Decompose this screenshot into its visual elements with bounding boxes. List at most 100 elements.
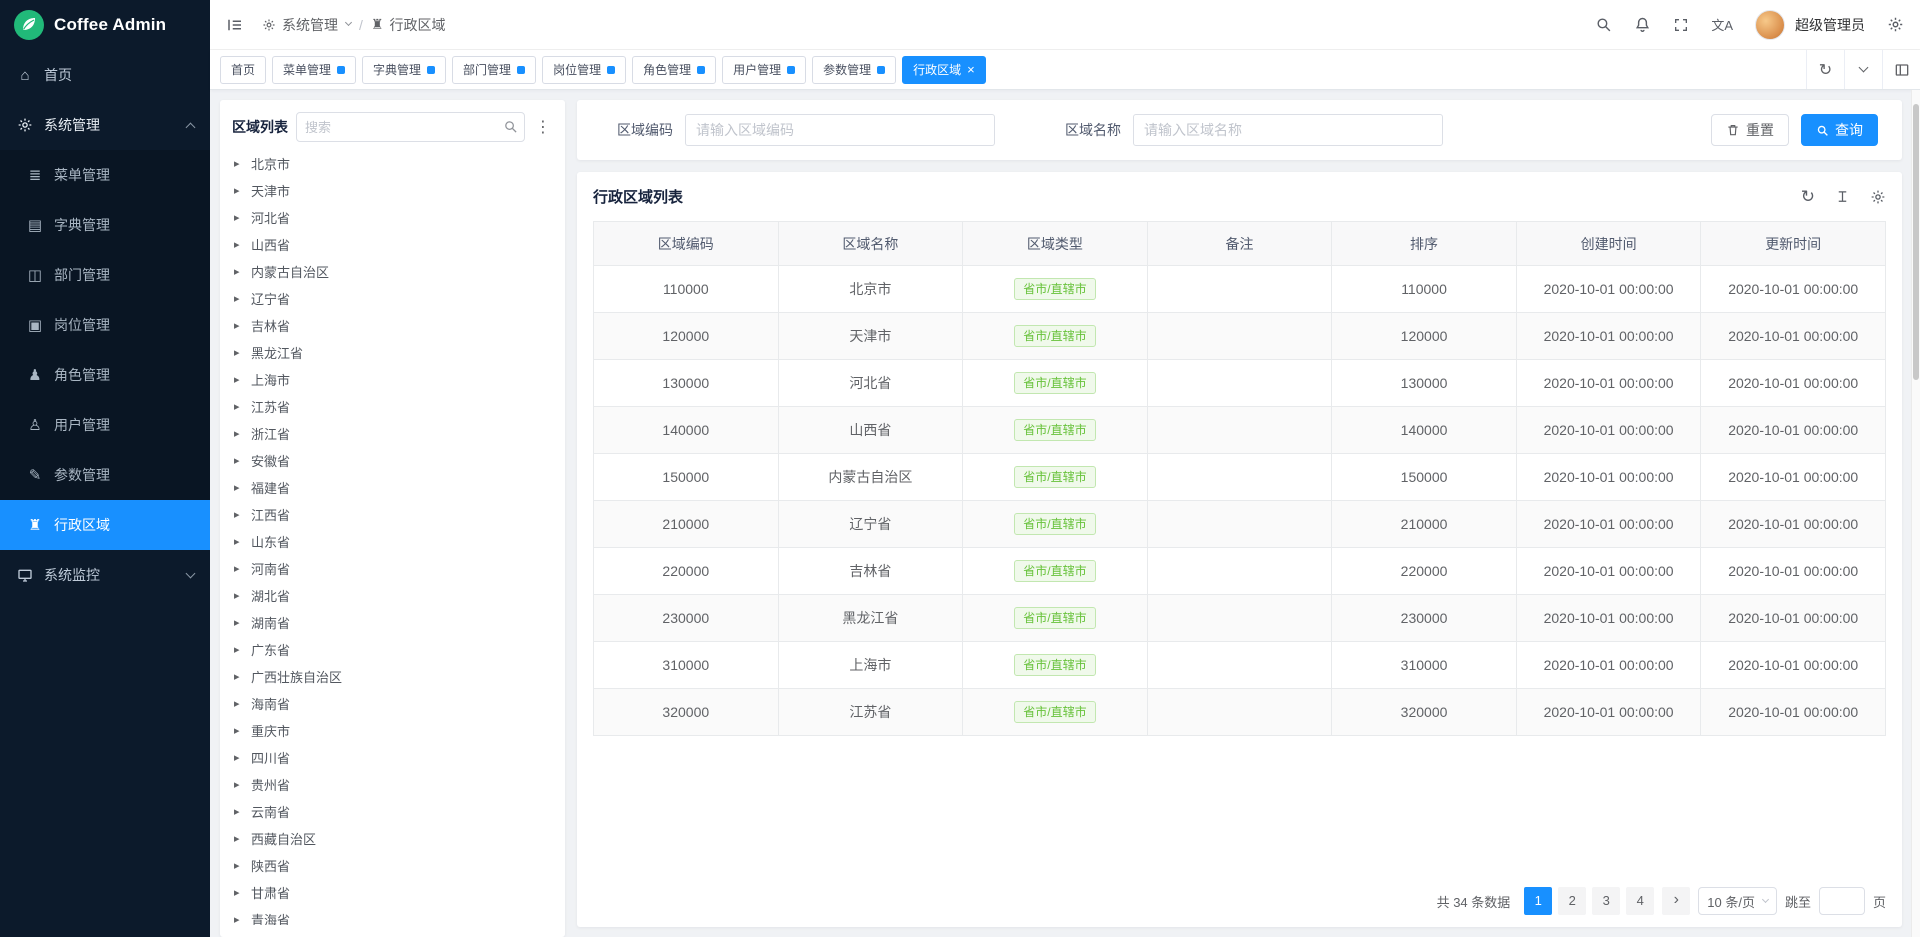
caret-right-icon[interactable]: ▸ (234, 265, 244, 278)
page-button[interactable]: 3 (1592, 887, 1620, 915)
table-row[interactable]: 210000 辽宁省 省市/直辖市 210000 2020-10-01 00:0… (594, 501, 1886, 548)
sidebar-subitem[interactable]: ◫ 部门管理 (0, 250, 210, 300)
caret-right-icon[interactable]: ▸ (234, 535, 244, 548)
tree-item[interactable]: ▸ 上海市 (232, 366, 553, 393)
page-button[interactable]: 4 (1626, 887, 1654, 915)
search-icon[interactable] (1595, 16, 1612, 33)
region-name-input[interactable] (1133, 114, 1443, 146)
table-row[interactable]: 120000 天津市 省市/直辖市 120000 2020-10-01 00:0… (594, 313, 1886, 360)
next-page-button[interactable]: › (1662, 887, 1690, 915)
reset-button[interactable]: 重置 (1711, 114, 1789, 146)
caret-right-icon[interactable]: ▸ (234, 859, 244, 872)
page-scrollbar[interactable] (1911, 90, 1920, 937)
tree-item[interactable]: ▸ 河南省 (232, 555, 553, 582)
sidebar-item-monitor[interactable]: 系统监控 (0, 550, 210, 600)
caret-right-icon[interactable]: ▸ (234, 400, 244, 413)
caret-right-icon[interactable]: ▸ (234, 157, 244, 170)
table-row[interactable]: 220000 吉林省 省市/直辖市 220000 2020-10-01 00:0… (594, 548, 1886, 595)
tree-item[interactable]: ▸ 福建省 (232, 474, 553, 501)
tree-item[interactable]: ▸ 湖南省 (232, 609, 553, 636)
tab[interactable]: 部门管理 × (452, 56, 536, 84)
caret-right-icon[interactable]: ▸ (234, 616, 244, 629)
tree-item[interactable]: ▸ 青海省 (232, 906, 553, 925)
caret-right-icon[interactable]: ▸ (234, 319, 244, 332)
caret-right-icon[interactable]: ▸ (234, 697, 244, 710)
table-row[interactable]: 320000 江苏省 省市/直辖市 320000 2020-10-01 00:0… (594, 689, 1886, 736)
tree-item[interactable]: ▸ 山东省 (232, 528, 553, 555)
page-size-select[interactable]: 10 条/页 (1698, 887, 1777, 915)
breadcrumb-item-system[interactable]: 系统管理 (262, 15, 351, 35)
tree-item[interactable]: ▸ 山西省 (232, 231, 553, 258)
caret-right-icon[interactable]: ▸ (234, 184, 244, 197)
layout-panel-icon[interactable] (1882, 50, 1920, 89)
scrollbar-thumb[interactable] (1913, 104, 1919, 380)
table-row[interactable]: 150000 内蒙古自治区 省市/直辖市 150000 2020-10-01 0… (594, 454, 1886, 501)
search-button[interactable]: 查询 (1801, 114, 1878, 146)
refresh-icon[interactable]: ↻ (1801, 187, 1815, 207)
caret-right-icon[interactable]: ▸ (234, 238, 244, 251)
tree-item[interactable]: ▸ 海南省 (232, 690, 553, 717)
translate-icon[interactable]: 文A (1711, 15, 1733, 34)
caret-right-icon[interactable]: ▸ (234, 211, 244, 224)
caret-right-icon[interactable]: ▸ (234, 481, 244, 494)
table-row[interactable]: 230000 黑龙江省 省市/直辖市 230000 2020-10-01 00:… (594, 595, 1886, 642)
tree-item[interactable]: ▸ 贵州省 (232, 771, 553, 798)
caret-right-icon[interactable]: ▸ (234, 886, 244, 899)
caret-right-icon[interactable]: ▸ (234, 832, 244, 845)
table-row[interactable]: 140000 山西省 省市/直辖市 140000 2020-10-01 00:0… (594, 407, 1886, 454)
tree-item[interactable]: ▸ 浙江省 (232, 420, 553, 447)
settings-gear-icon[interactable] (1887, 16, 1904, 33)
table-row[interactable]: 310000 上海市 省市/直辖市 310000 2020-10-01 00:0… (594, 642, 1886, 689)
tree-item[interactable]: ▸ 吉林省 (232, 312, 553, 339)
tree-item[interactable]: ▸ 天津市 (232, 177, 553, 204)
caret-right-icon[interactable]: ▸ (234, 751, 244, 764)
tree-item[interactable]: ▸ 广西壮族自治区 (232, 663, 553, 690)
tab[interactable]: 角色管理 × (632, 56, 716, 84)
caret-right-icon[interactable]: ▸ (234, 724, 244, 737)
dots-vertical-icon[interactable]: ⋮ (533, 117, 553, 137)
sidebar-subitem[interactable]: ≣ 菜单管理 (0, 150, 210, 200)
caret-right-icon[interactable]: ▸ (234, 454, 244, 467)
tree-item[interactable]: ▸ 云南省 (232, 798, 553, 825)
caret-right-icon[interactable]: ▸ (234, 373, 244, 386)
search-icon[interactable] (503, 119, 518, 134)
tree-item[interactable]: ▸ 甘肃省 (232, 879, 553, 906)
tree-item[interactable]: ▸ 湖北省 (232, 582, 553, 609)
caret-right-icon[interactable]: ▸ (234, 670, 244, 683)
chevron-down-icon[interactable] (1844, 50, 1882, 89)
bell-icon[interactable] (1634, 16, 1651, 33)
tab[interactable]: 字典管理 × (362, 56, 446, 84)
tree-item[interactable]: ▸ 西藏自治区 (232, 825, 553, 852)
text-size-icon[interactable] (1835, 189, 1850, 204)
caret-right-icon[interactable]: ▸ (234, 508, 244, 521)
sidebar-subitem[interactable]: ✎ 参数管理 (0, 450, 210, 500)
sidebar-subitem[interactable]: ♟ 角色管理 (0, 350, 210, 400)
sidebar-subitem[interactable]: ♙ 用户管理 (0, 400, 210, 450)
sidebar-subitem[interactable]: ▤ 字典管理 (0, 200, 210, 250)
sidebar-item-home[interactable]: ⌂ 首页 (0, 50, 210, 100)
table-row[interactable]: 130000 河北省 省市/直辖市 130000 2020-10-01 00:0… (594, 360, 1886, 407)
region-code-input[interactable] (685, 114, 995, 146)
tree-item[interactable]: ▸ 河北省 (232, 204, 553, 231)
tree-item[interactable]: ▸ 江苏省 (232, 393, 553, 420)
tree-item[interactable]: ▸ 江西省 (232, 501, 553, 528)
tree-item[interactable]: ▸ 辽宁省 (232, 285, 553, 312)
jump-to-input[interactable] (1819, 887, 1865, 915)
tab[interactable]: 首页 × (220, 56, 266, 84)
caret-right-icon[interactable]: ▸ (234, 292, 244, 305)
collapse-sidebar-icon[interactable] (226, 16, 244, 34)
tree-item[interactable]: ▸ 重庆市 (232, 717, 553, 744)
sidebar-subitem[interactable]: ♜ 行政区域 (0, 500, 210, 550)
fullscreen-icon[interactable] (1673, 17, 1689, 33)
tree-item[interactable]: ▸ 四川省 (232, 744, 553, 771)
caret-right-icon[interactable]: ▸ (234, 643, 244, 656)
caret-right-icon[interactable]: ▸ (234, 346, 244, 359)
tab[interactable]: 行政区域 × (902, 56, 986, 84)
tab[interactable]: 参数管理 × (812, 56, 896, 84)
tree-item[interactable]: ▸ 陕西省 (232, 852, 553, 879)
user-name[interactable]: 超级管理员 (1795, 15, 1865, 35)
caret-right-icon[interactable]: ▸ (234, 562, 244, 575)
tree-item[interactable]: ▸ 北京市 (232, 150, 553, 177)
tab[interactable]: 菜单管理 × (272, 56, 356, 84)
sidebar-subitem[interactable]: ▣ 岗位管理 (0, 300, 210, 350)
